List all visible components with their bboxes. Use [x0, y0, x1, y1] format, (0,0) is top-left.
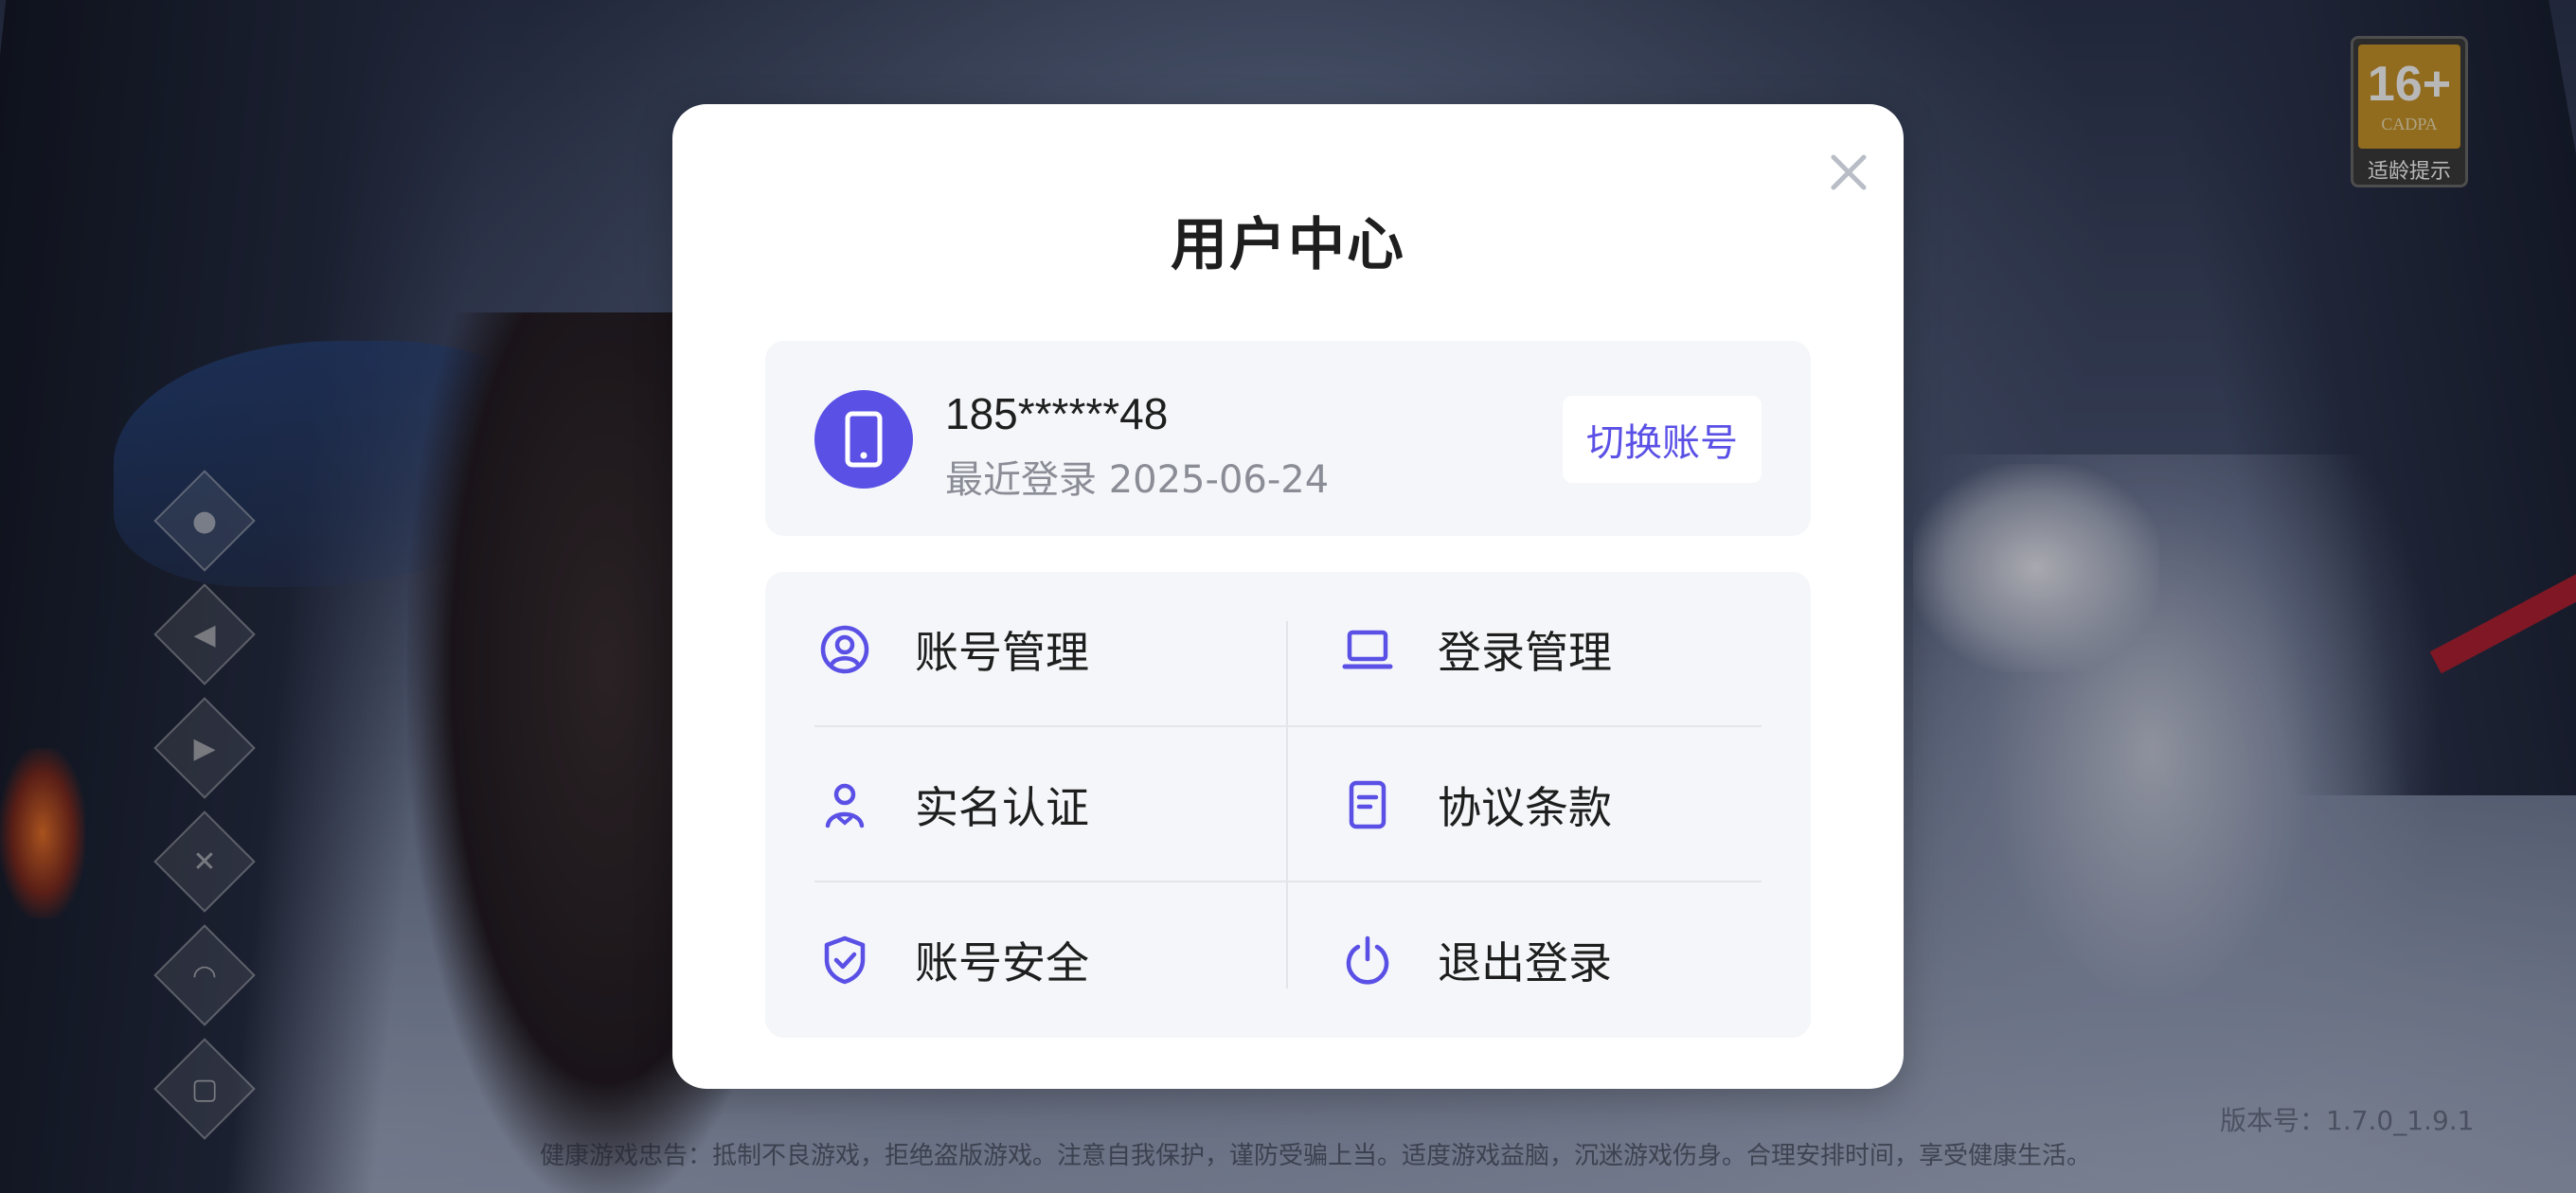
menu-item-label: 协议条款: [1438, 782, 1612, 833]
close-icon: [1831, 154, 1867, 190]
menu-card: 账号管理 登录管理 实名认证 协议条款 账号安全 退出登录: [765, 572, 1811, 1038]
account-card: 185******48 最近登录 2025-06-24 切换账号: [765, 341, 1811, 536]
account-phone: 185******48: [945, 389, 1169, 438]
menu-item-account-management[interactable]: 账号管理: [814, 572, 1288, 727]
menu-item-account-security[interactable]: 账号安全: [814, 882, 1288, 1038]
switch-account-button[interactable]: 切换账号: [1563, 396, 1762, 483]
menu-item-label: 实名认证: [915, 782, 1089, 833]
menu-item-label: 登录管理: [1438, 627, 1612, 678]
menu-item-label: 账号管理: [915, 627, 1089, 678]
power-icon: [1337, 930, 1398, 990]
user-circle-icon: [814, 619, 875, 680]
menu-item-terms[interactable]: 协议条款: [1337, 727, 1811, 882]
phone-avatar: [814, 390, 913, 489]
close-button[interactable]: [1818, 142, 1879, 203]
menu-item-real-name-verification[interactable]: 实名认证: [814, 727, 1288, 882]
last-login: 最近登录 2025-06-24: [945, 458, 1330, 502]
menu-item-label: 退出登录: [1438, 937, 1612, 988]
person-icon: [814, 775, 875, 835]
shield-check-icon: [814, 930, 875, 990]
menu-item-logout[interactable]: 退出登录: [1337, 882, 1811, 1038]
laptop-icon: [1337, 619, 1398, 680]
menu-item-label: 账号安全: [915, 937, 1089, 988]
smartphone-icon: [845, 411, 883, 468]
menu-item-login-management[interactable]: 登录管理: [1337, 572, 1811, 727]
user-center-dialog: 用户中心 185******48 最近登录 2025-06-24 切换账号 账号…: [672, 104, 1904, 1089]
dialog-title: 用户中心: [1171, 212, 1405, 278]
document-icon: [1337, 775, 1398, 835]
